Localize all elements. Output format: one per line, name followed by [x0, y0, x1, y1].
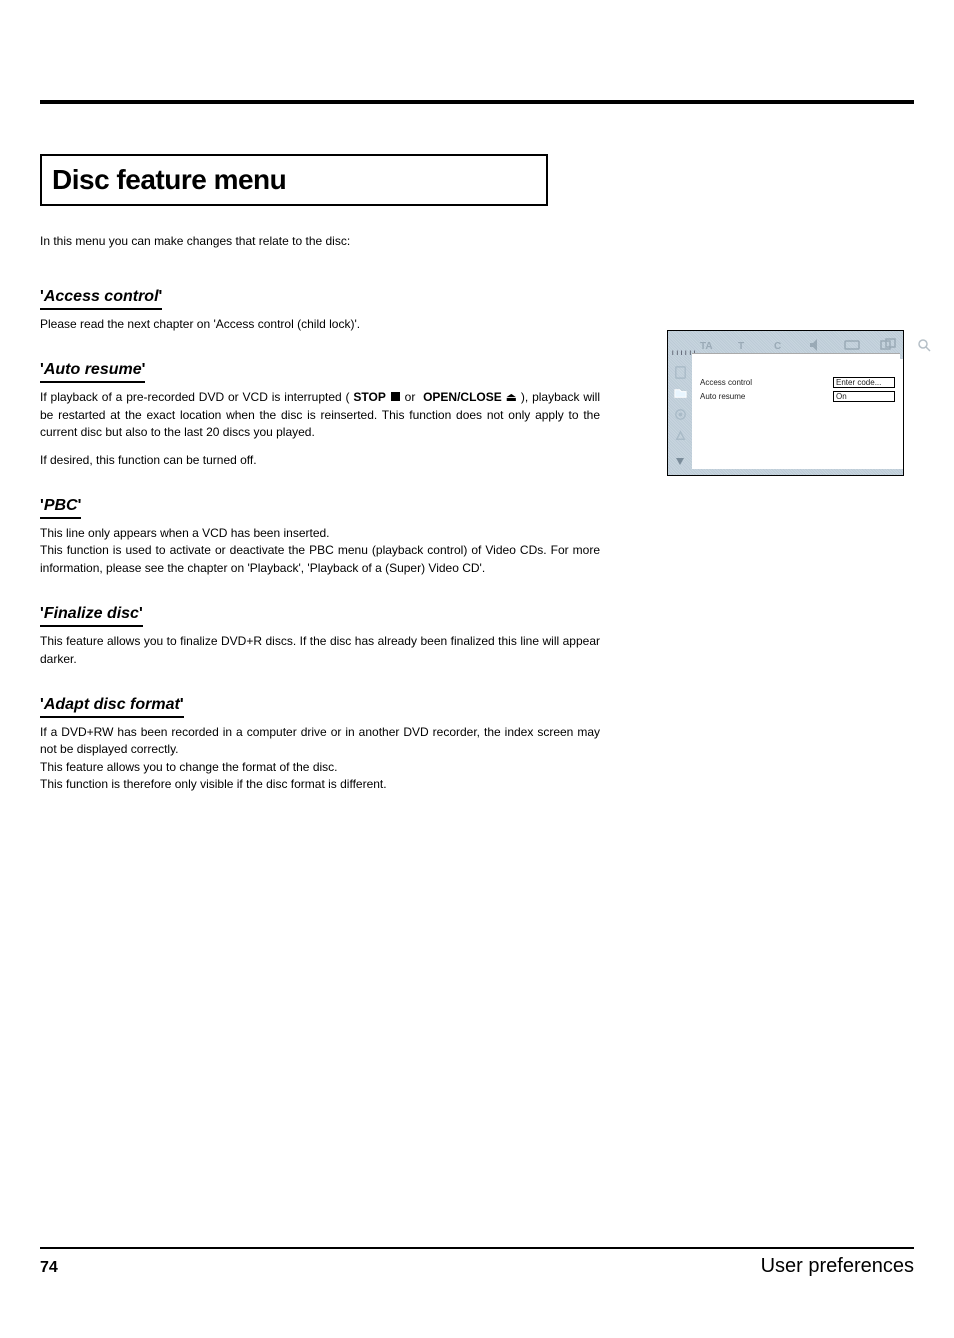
osd-row-access-control: Access control Enter code... — [700, 377, 895, 388]
body-finalize: This feature allows you to finalize DVD+… — [40, 633, 600, 668]
osd-body: Access control Enter code... Auto resume… — [668, 359, 903, 469]
osd-label: Auto resume — [700, 392, 833, 401]
osd-top-bar: I I I I I I TA T C — [668, 331, 903, 359]
title-box: Disc feature menu — [40, 154, 548, 206]
osd-icon-c: C — [772, 337, 788, 353]
osd-icon-t: T — [736, 337, 752, 353]
section-pbc: 'PBC' This line only appears when a VCD … — [40, 497, 914, 577]
osd-side-icon-prefs — [673, 365, 688, 380]
osd-icon-ta: TA — [700, 337, 716, 353]
osd-side-icon-disc — [673, 386, 688, 401]
svg-text:TA: TA — [700, 341, 713, 352]
footer-section: User preferences — [761, 1255, 914, 1278]
body-auto-resume: If playback of a pre-recorded DVD or VCD… — [40, 389, 600, 469]
osd-label: Access control — [700, 378, 833, 387]
osd-icon-angle — [880, 337, 896, 353]
open-close-label: OPEN/CLOSE — [423, 390, 502, 404]
body-access-control: Please read the next chapter on 'Access … — [40, 316, 600, 333]
heading-auto-resume: 'Auto resume' — [40, 361, 145, 383]
page-title: Disc feature menu — [52, 164, 286, 195]
eject-icon: ⏏ — [506, 389, 517, 406]
osd-side-icon-install — [673, 428, 688, 443]
page-number: 74 — [40, 1259, 58, 1277]
osd-illustration: I I I I I I TA T C Acces — [667, 330, 904, 476]
stop-label: STOP — [353, 390, 385, 404]
osd-bottom-bar — [668, 469, 903, 475]
osd-icon-zoom — [916, 337, 932, 353]
heading-access-control: 'Access control' — [40, 288, 162, 310]
osd-value: On — [833, 391, 895, 402]
body-pbc: This line only appears when a VCD has be… — [40, 525, 600, 577]
svg-text:C: C — [774, 341, 781, 352]
osd-sidebar — [668, 359, 692, 469]
section-adapt: 'Adapt disc format' If a DVD+RW has been… — [40, 696, 914, 794]
section-access-control: 'Access control' Please read the next ch… — [40, 288, 914, 333]
heading-adapt: 'Adapt disc format' — [40, 696, 184, 718]
heading-finalize: 'Finalize disc' — [40, 605, 143, 627]
osd-icon-speaker — [808, 337, 824, 353]
osd-value: Enter code... — [833, 377, 895, 388]
osd-row-auto-resume: Auto resume On — [700, 391, 895, 402]
osd-content: Access control Enter code... Auto resume… — [692, 359, 903, 469]
osd-active-tab — [692, 353, 900, 360]
osd-side-arrow-down-icon — [676, 458, 684, 465]
intro-text: In this menu you can make changes that r… — [40, 234, 914, 248]
heading-pbc: 'PBC' — [40, 497, 81, 519]
footer: 74 User preferences — [40, 1247, 914, 1278]
section-finalize: 'Finalize disc' This feature allows you … — [40, 605, 914, 668]
top-rule — [40, 100, 914, 104]
osd-icon-subtitle — [844, 337, 860, 353]
svg-text:T: T — [738, 341, 744, 352]
body-adapt: If a DVD+RW has been recorded in a compu… — [40, 724, 600, 794]
stop-icon — [391, 392, 400, 401]
osd-top-icons: TA T C — [700, 337, 932, 353]
osd-side-icon-record — [673, 407, 688, 422]
